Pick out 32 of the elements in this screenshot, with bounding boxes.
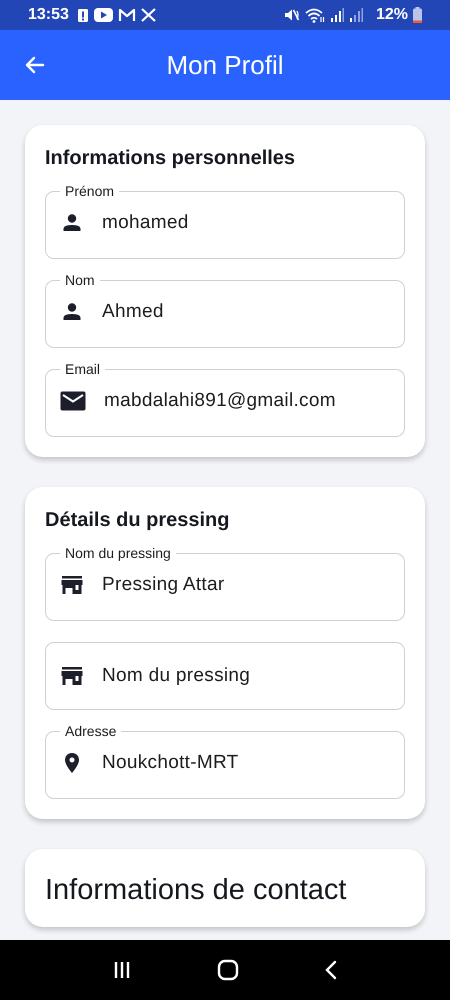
battery-icon [413, 7, 422, 23]
text-field[interactable]: Adresse Noukchott-MRT [45, 723, 405, 799]
text-field[interactable]: Email mabdalahi891@gmail.com [45, 361, 405, 437]
storefront-icon [60, 573, 84, 597]
field-value: Pressing Attar [102, 574, 224, 596]
envelope-icon [60, 390, 86, 412]
storefront-icon [60, 664, 84, 688]
text-field[interactable]: Nom du pressing Pressing Attar [45, 545, 405, 621]
mute-icon [284, 8, 300, 22]
mail-icon [118, 8, 136, 22]
alert-icon [76, 8, 89, 22]
x-icon [140, 8, 156, 22]
page-title: Mon Profil [166, 50, 284, 80]
field-value: mabdalahi891@gmail.com [104, 390, 336, 412]
field-value: Ahmed [102, 301, 164, 323]
back-icon[interactable] [324, 960, 338, 980]
text-field[interactable]: Nom Ahmed [45, 272, 405, 348]
section-title: Détails du pressing [45, 509, 230, 532]
section-title: Informations personnelles [45, 147, 296, 170]
text-field[interactable]: Nom du pressing [45, 642, 405, 710]
section-title: Informations de contact [45, 874, 348, 907]
clock: 13:53 [28, 6, 69, 24]
text-field[interactable]: Prénom mohamed [45, 183, 405, 259]
signal-icon [330, 8, 344, 22]
wifi-icon [304, 8, 325, 22]
battery-percent: 12% [376, 6, 408, 24]
field-placeholder: Nom du pressing [102, 665, 250, 687]
signal-icon [348, 8, 363, 22]
field-value: Noukchott-MRT [102, 752, 239, 774]
home-icon[interactable] [216, 959, 239, 981]
play-icon [94, 8, 113, 22]
field-value: mohamed [102, 212, 189, 234]
